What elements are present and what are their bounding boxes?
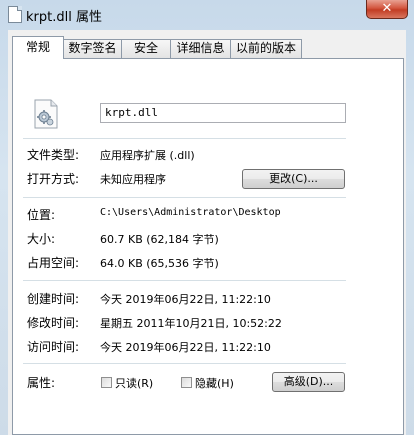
divider xyxy=(23,138,346,139)
tab-security[interactable]: 安全 xyxy=(121,39,171,58)
divider xyxy=(23,280,346,281)
tab-strip: 常规 数字签名 安全 详细信息 以前的版本 xyxy=(12,36,404,59)
change-button[interactable]: 更改(C)... xyxy=(242,169,345,189)
file-type-value: 应用程序扩展 (.dll) xyxy=(100,149,195,162)
location-value: C:\Users\Administrator\Desktop xyxy=(100,207,281,218)
accessed-value: 今天 2019年06月22日, 11:22:10 xyxy=(100,341,271,354)
window-title: krpt.dll 属性 xyxy=(26,10,102,25)
disk-size-label: 占用空间: xyxy=(27,256,80,270)
tab-label: 详细信息 xyxy=(176,41,225,55)
hidden-label[interactable]: 隐藏(H) xyxy=(195,375,234,391)
modified-value: 星期五 2011年10月21日, 10:52:22 xyxy=(100,317,282,330)
open-with-value: 未知应用程序 xyxy=(100,173,166,186)
modified-label: 修改时间: xyxy=(27,316,80,330)
advanced-button[interactable]: 高级(D)... xyxy=(272,372,345,392)
divider xyxy=(23,363,346,364)
close-button[interactable]: ✕ xyxy=(366,0,408,19)
size-value: 60.7 KB (62,184 字节) xyxy=(100,233,219,246)
divider xyxy=(23,197,346,198)
tab-label: 安全 xyxy=(133,41,158,55)
readonly-label[interactable]: 只读(R) xyxy=(115,375,153,391)
tab-previous-versions[interactable]: 以前的版本 xyxy=(230,39,302,58)
close-icon: ✕ xyxy=(381,1,393,16)
tab-label: 常规 xyxy=(25,40,50,54)
size-label: 大小: xyxy=(27,232,56,246)
readonly-checkbox[interactable] xyxy=(101,377,112,388)
dialog-client: 常规 数字签名 安全 详细信息 以前的版本 krpt.dll 文件类型: 应用程… xyxy=(8,30,406,435)
tab-general[interactable]: 常规 xyxy=(12,36,64,59)
accessed-label: 访问时间: xyxy=(27,340,80,354)
open-with-label: 打开方式: xyxy=(27,172,80,186)
title-bar[interactable]: krpt.dll 属性 ✕ xyxy=(0,0,414,28)
gear-file-icon xyxy=(34,99,58,129)
created-value: 今天 2019年06月22日, 11:22:10 xyxy=(100,293,271,306)
change-button-label: 更改(C)... xyxy=(269,172,318,185)
disk-size-value: 64.0 KB (65,536 字节) xyxy=(100,257,219,270)
tab-details[interactable]: 详细信息 xyxy=(170,39,231,58)
tab-digital-signatures[interactable]: 数字签名 xyxy=(63,39,122,58)
file-type-label: 文件类型: xyxy=(27,148,80,162)
file-icon xyxy=(8,6,22,23)
created-label: 创建时间: xyxy=(27,292,80,306)
location-label: 位置: xyxy=(27,208,56,222)
tab-label: 数字签名 xyxy=(68,41,117,55)
advanced-button-label: 高级(D)... xyxy=(283,375,334,388)
hidden-checkbox[interactable] xyxy=(181,377,192,388)
general-panel: krpt.dll 文件类型: 应用程序扩展 (.dll) 打开方式: 未知应用程… xyxy=(12,58,404,435)
file-name-value: krpt.dll xyxy=(105,106,158,119)
file-name-field[interactable]: krpt.dll xyxy=(100,103,346,123)
window-frame: krpt.dll 属性 ✕ 常规 数字签名 安全 详细信息 以前的版本 krpt… xyxy=(0,0,414,435)
attributes-label: 属性: xyxy=(27,376,56,390)
tab-label: 以前的版本 xyxy=(235,41,296,55)
